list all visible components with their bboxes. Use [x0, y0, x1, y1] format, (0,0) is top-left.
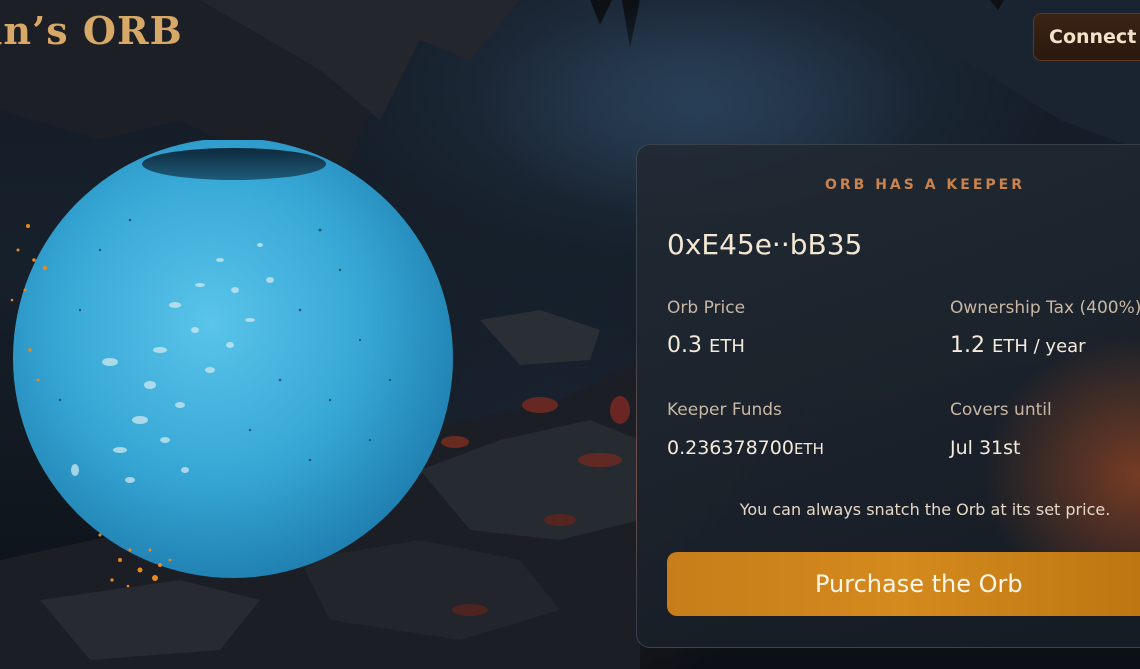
connect-wallet-button[interactable]: Connect Wallet	[1033, 13, 1140, 61]
orb-sphere	[13, 138, 453, 578]
ownership-tax-label: Ownership Tax (400%)	[950, 298, 1140, 318]
orb-keeper-card: ORB HAS A KEEPER 0xE45e··bB35 Orb Price …	[636, 144, 1140, 648]
orb-visual	[0, 138, 470, 600]
purchase-orb-button[interactable]: Purchase the Orb	[667, 552, 1140, 616]
orb-price-unit: ETH	[709, 336, 745, 357]
covers-until-label: Covers until	[950, 400, 1052, 420]
keeper-address[interactable]: 0xE45e··bB35	[667, 228, 862, 261]
snatch-note: You can always snatch the Orb at its set…	[739, 500, 1111, 519]
orb-opening	[142, 148, 326, 180]
keeper-funds-label: Keeper Funds	[667, 400, 782, 420]
orb-price-value: 0.3 ETH	[667, 333, 745, 358]
app-logo[interactable]: in’s ORB	[0, 8, 183, 53]
ownership-tax-value: 1.2 ETH / year	[950, 333, 1086, 358]
keeper-funds-value: 0.236378700ETH	[667, 437, 824, 459]
orb-price-amount: 0.3	[667, 333, 702, 358]
keeper-funds-unit: ETH	[793, 440, 824, 458]
covers-until-value: Jul 31st	[950, 437, 1021, 459]
ownership-tax-unit: ETH / year	[992, 336, 1086, 357]
card-status-label: ORB HAS A KEEPER	[824, 177, 1026, 193]
ownership-tax-amount: 1.2	[950, 333, 985, 358]
keeper-funds-amount: 0.236378700	[667, 437, 794, 459]
orb-price-label: Orb Price	[667, 298, 746, 318]
